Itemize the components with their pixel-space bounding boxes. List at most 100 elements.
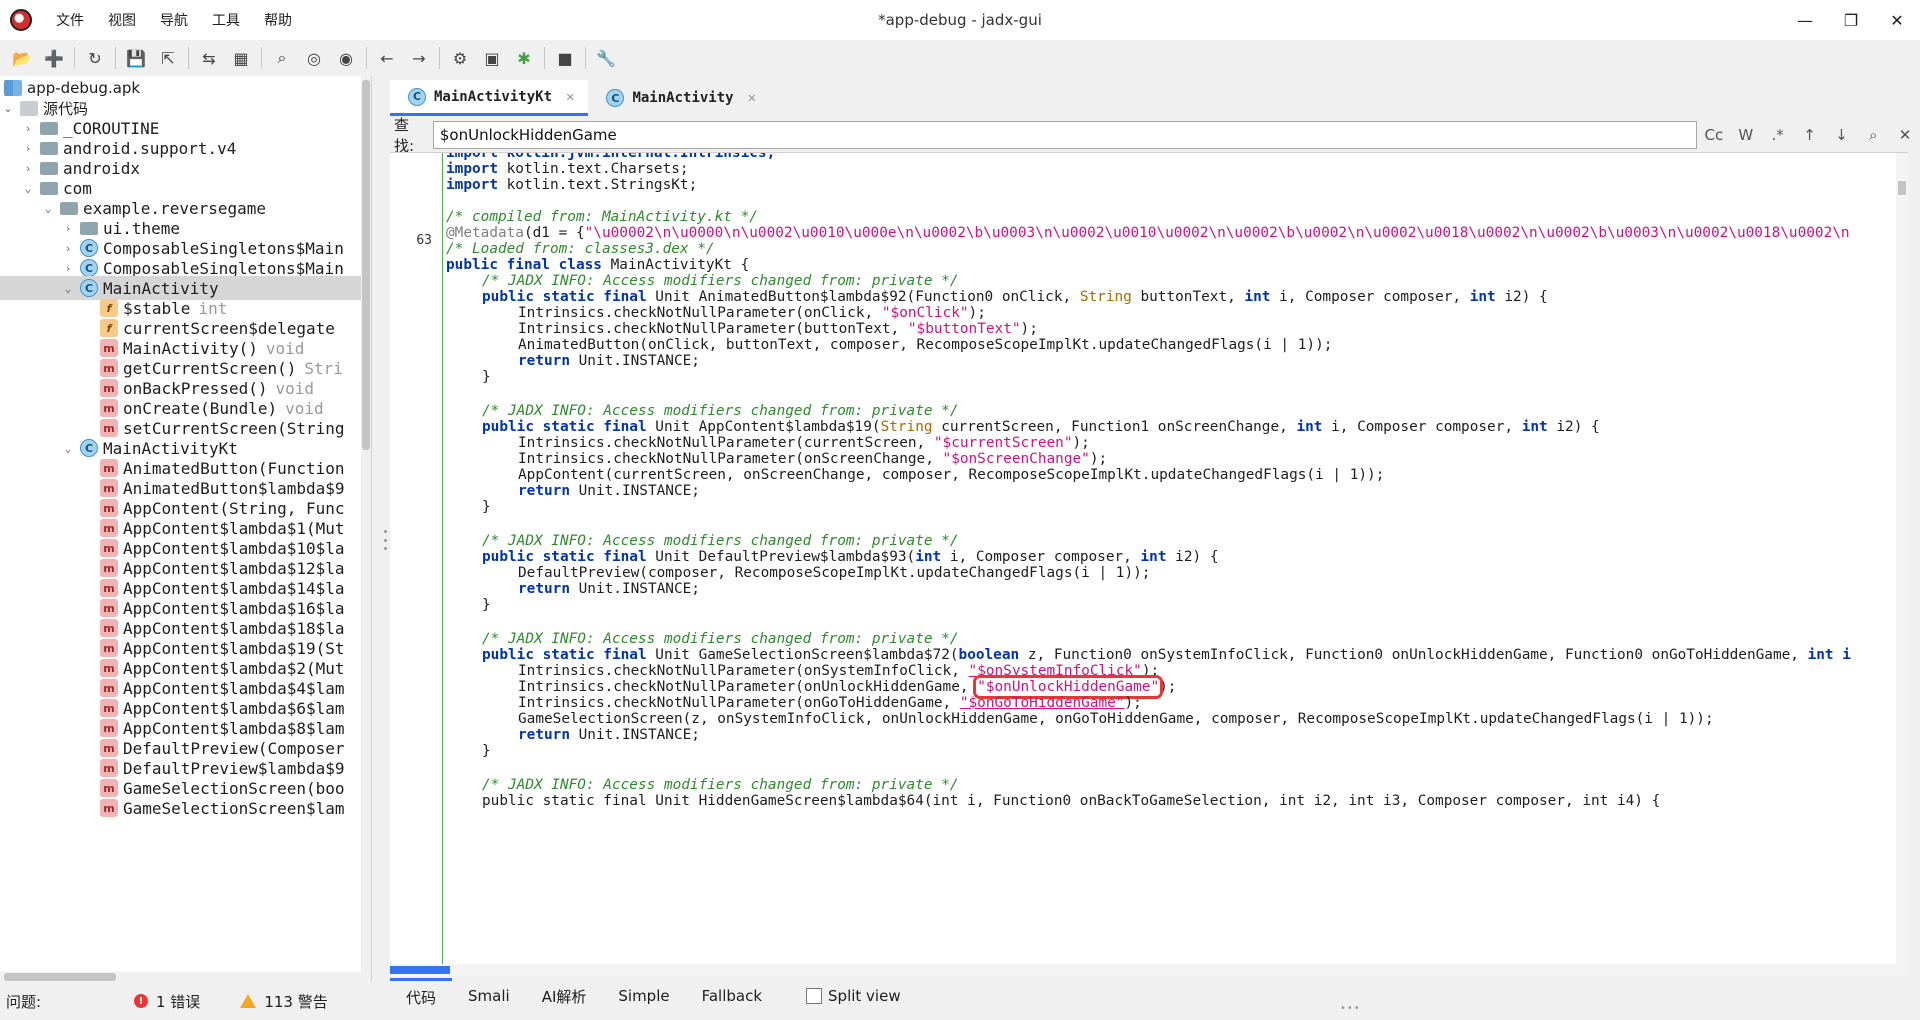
method-icon: m — [100, 639, 118, 657]
preferences-icon[interactable]: 🔧 — [592, 44, 620, 72]
error-count-label: 1 错误 — [156, 992, 201, 1011]
whole-word-button[interactable]: W — [1731, 121, 1761, 149]
sync-tree-icon[interactable]: ⇆ — [195, 44, 223, 72]
chevron-down-icon[interactable]: ⌄ — [20, 182, 36, 195]
chevron-right-icon[interactable]: › — [60, 242, 76, 255]
menu-navigation[interactable]: 导航 — [148, 6, 200, 34]
split-view-checkbox[interactable] — [806, 988, 823, 1004]
tab-code[interactable]: 代码 — [390, 978, 453, 1014]
tab-mainactivity[interactable]: C MainActivity ✕ — [588, 80, 770, 116]
member-name: setCurrentScreen(String — [123, 418, 345, 438]
tree-method[interactable]: m GameSelectionScreen$lam — [0, 796, 371, 820]
keyword: int — [1469, 289, 1496, 305]
reload-icon[interactable]: ↻ — [81, 44, 109, 72]
code-text: i2) { — [1547, 419, 1600, 435]
class-label: ComposableSingletons$Main — [103, 258, 344, 278]
minimize-button[interactable]: — — [1782, 0, 1828, 40]
chevron-right-icon[interactable]: › — [60, 262, 76, 275]
close-icon[interactable]: ✕ — [566, 89, 574, 105]
open-icon[interactable]: 📂 — [8, 44, 36, 72]
search-usage-icon[interactable]: ◉ — [332, 44, 360, 72]
tree-scrollbar[interactable] — [361, 76, 371, 982]
error-count[interactable]: ! 1 错误 — [134, 991, 200, 1012]
menu-file[interactable]: 文件 — [44, 6, 96, 34]
match-case-button[interactable]: Cc — [1699, 121, 1729, 149]
chevron-down-icon[interactable]: ⌄ — [0, 102, 16, 115]
code-hscroll-thumb[interactable] — [390, 966, 450, 974]
close-window-button[interactable]: ✕ — [1874, 0, 1920, 40]
chevron-right-icon[interactable]: › — [20, 162, 36, 175]
resize-grip-icon[interactable]: ••• — [1340, 1003, 1361, 1014]
add-files-icon[interactable]: ➕ — [40, 44, 68, 72]
member-name: GameSelectionScreen(boo — [123, 778, 345, 798]
panel-splitter[interactable] — [384, 530, 388, 550]
chevron-down-icon[interactable]: ⌄ — [60, 442, 76, 455]
export-icon[interactable]: ⇱ — [154, 44, 182, 72]
method-icon: m — [100, 679, 118, 697]
regex-button[interactable]: .* — [1763, 121, 1793, 149]
class-icon: C — [80, 439, 98, 457]
tree-hscrollbar[interactable] — [0, 972, 371, 982]
field-icon: f — [100, 299, 118, 317]
keyword: int — [1521, 419, 1548, 435]
method-icon: m — [100, 759, 118, 777]
code-scroll-thumb[interactable] — [1898, 181, 1906, 195]
quark-icon[interactable]: ▣ — [478, 44, 506, 72]
code-hscrollbar[interactable] — [390, 964, 1908, 976]
debugger-icon[interactable]: ✱ — [510, 44, 538, 72]
forward-icon[interactable]: → — [405, 44, 433, 72]
menu-tools[interactable]: 工具 — [200, 6, 252, 34]
log-icon[interactable]: ■ — [551, 44, 579, 72]
tree-hscroll-thumb[interactable] — [4, 973, 116, 981]
find-input[interactable] — [432, 121, 1697, 149]
member-name: AppContent$lambda$6$lam — [123, 698, 345, 718]
code-text: public static final Unit HiddenGameScree… — [482, 793, 1661, 809]
chevron-right-icon[interactable]: › — [20, 142, 36, 155]
find-next-icon[interactable]: ↓ — [1826, 121, 1856, 149]
chevron-right-icon[interactable]: › — [20, 122, 36, 135]
close-find-icon[interactable]: ✕ — [1890, 121, 1920, 149]
method-icon: m — [100, 359, 118, 377]
member-name: AppContent$lambda$14$la — [123, 578, 345, 598]
tab-mainactivitykt[interactable]: C MainActivityKt ✕ — [390, 80, 589, 116]
keyword: int — [1244, 289, 1271, 305]
code-line: return Unit.INSTANCE; — [518, 481, 700, 501]
package-label: ui.theme — [103, 218, 181, 238]
back-icon[interactable]: ← — [373, 44, 401, 72]
code-editor[interactable]: 63 import kotlin.jvm.internal.Intrinsics… — [390, 152, 1908, 964]
chevron-down-icon[interactable]: ⌄ — [40, 202, 56, 215]
chevron-down-icon[interactable]: ⌄ — [60, 282, 76, 295]
warning-count[interactable]: 113 警告 — [240, 991, 328, 1012]
keyword: int i — [1807, 647, 1851, 663]
find-previous-icon[interactable]: ↑ — [1795, 121, 1825, 149]
tab-label: MainActivity — [632, 90, 734, 106]
deobfuscation-icon[interactable]: ⚙ — [446, 44, 474, 72]
sources-icon — [20, 100, 38, 116]
code-scrollbar[interactable] — [1896, 153, 1908, 964]
tab-smali[interactable]: Smali — [452, 978, 526, 1014]
package-icon — [40, 161, 58, 175]
method-icon: m — [100, 479, 118, 497]
package-label: android.support.v4 — [63, 138, 237, 158]
package-icon — [60, 201, 78, 215]
maximize-button[interactable]: ❐ — [1828, 0, 1874, 40]
tab-simple[interactable]: Simple — [602, 978, 685, 1014]
search-class-icon[interactable]: ◎ — [300, 44, 328, 72]
code-text: kotlin.text.StringsKt; — [497, 177, 698, 193]
member-name: AppContent$lambda$8$lam — [123, 718, 345, 738]
menu-help[interactable]: 帮助 — [252, 6, 304, 34]
flatten-packages-icon[interactable]: ▦ — [227, 44, 255, 72]
tab-ai-analysis[interactable]: AI解析 — [526, 978, 603, 1014]
method-icon: m — [100, 499, 118, 517]
member-name: DefaultPreview$lambda$9 — [123, 758, 345, 778]
menu-view[interactable]: 视图 — [96, 6, 148, 34]
close-icon[interactable]: ✕ — [748, 90, 756, 106]
method-icon: m — [100, 779, 118, 797]
tree-scroll-thumb[interactable] — [362, 80, 370, 450]
search-icon[interactable]: ⌕ — [268, 44, 296, 72]
save-icon[interactable]: 💾 — [122, 44, 150, 72]
tab-fallback[interactable]: Fallback — [686, 978, 778, 1014]
mark-all-icon[interactable]: ⌕ — [1858, 121, 1888, 149]
member-name: AppContent$lambda$19(St — [123, 638, 345, 658]
chevron-right-icon[interactable]: › — [60, 222, 76, 235]
